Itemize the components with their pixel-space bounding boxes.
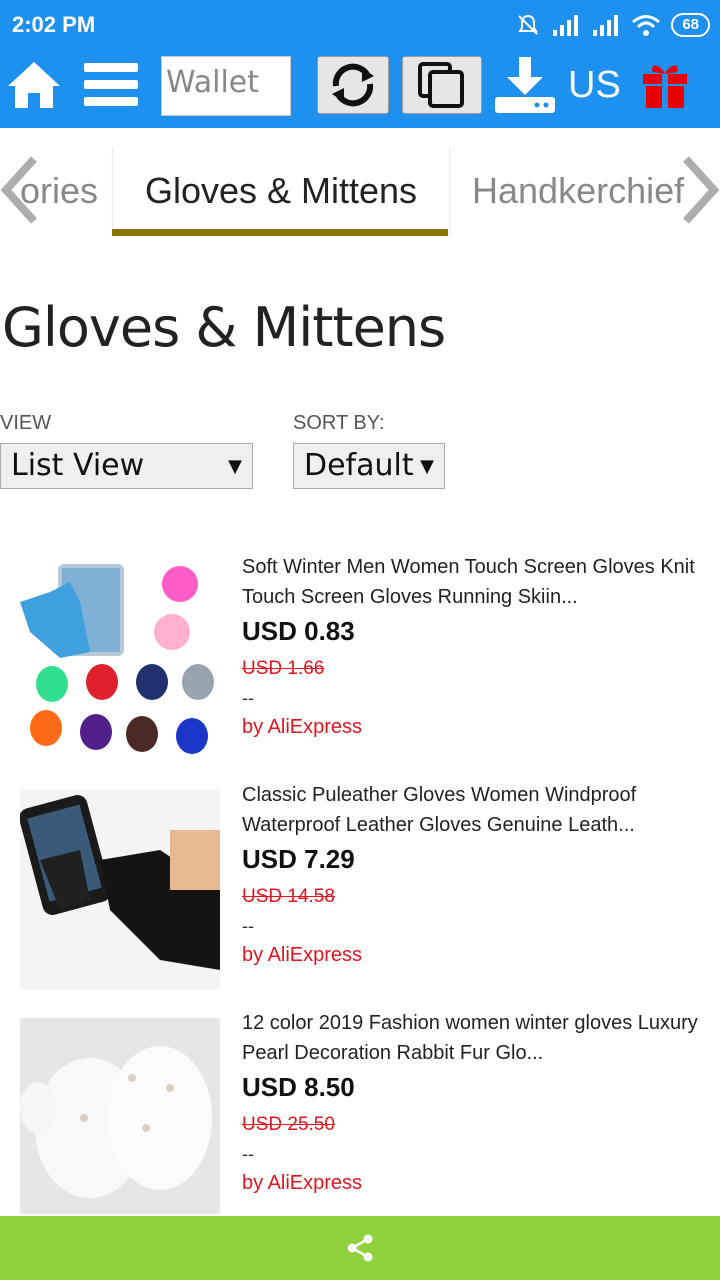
product-image[interactable] (20, 790, 220, 990)
product-price: USD 0.83 (242, 616, 355, 646)
copy-icon (418, 62, 464, 108)
wallet-input[interactable]: Wallet (161, 56, 291, 116)
gift-button[interactable] (640, 60, 690, 110)
product-old-price: USD 1.66 (242, 658, 325, 679)
battery-indicator: 68 (671, 13, 710, 37)
wifi-icon (632, 15, 661, 36)
caret-down-icon: ▼ (228, 456, 242, 477)
sort-select-value: Default (304, 448, 414, 483)
share-bar[interactable] (0, 1216, 720, 1280)
leather-gloves-photo (20, 790, 220, 990)
tabs-scroll-right[interactable] (680, 150, 720, 230)
product-title[interactable]: Soft Winter Men Women Touch Screen Glove… (242, 552, 712, 612)
download-icon (495, 57, 555, 113)
product-title[interactable]: 12 color 2019 Fashion women winter glove… (242, 1008, 712, 1068)
home-icon (8, 62, 60, 108)
product-note: -- (242, 688, 254, 708)
view-select-value: List View (11, 448, 145, 483)
chevron-left-icon (0, 156, 37, 224)
gloves-photo (20, 562, 220, 762)
product-title[interactable]: Classic Puleather Gloves Women Windproof… (242, 780, 712, 840)
product-old-price: USD 25.50 (242, 1114, 335, 1135)
sort-label: SORT BY: (293, 412, 385, 434)
tabs-scroll-left[interactable] (0, 150, 40, 230)
product-seller[interactable]: by AliExpress (242, 716, 362, 739)
copy-button[interactable] (402, 56, 482, 114)
share-icon (347, 1234, 373, 1262)
product-note: -- (242, 1144, 254, 1164)
product-price: USD 7.29 (242, 844, 355, 874)
menu-icon (84, 63, 138, 106)
product-old-price: USD 14.58 (242, 886, 335, 907)
product-image[interactable] (20, 562, 220, 762)
sort-select[interactable]: Default ▼ (293, 443, 445, 489)
product-item[interactable]: Classic Puleather Gloves Women Windproof… (0, 784, 720, 1000)
refresh-icon (332, 63, 374, 107)
product-image[interactable] (20, 1018, 220, 1218)
page-title: Gloves & Mittens (2, 296, 446, 359)
product-item[interactable]: Soft Winter Men Women Touch Screen Glove… (0, 556, 720, 772)
status-bar: 2:02 PM 68 (0, 0, 720, 52)
active-tab-underline (112, 229, 448, 236)
tab-handkerchief[interactable]: Handkerchief (472, 148, 702, 234)
status-icons: 68 (515, 10, 710, 40)
product-seller[interactable]: by AliExpress (242, 944, 362, 967)
category-tabs: ories Gloves & Mittens Handkerchief (0, 148, 720, 238)
refresh-button[interactable] (317, 56, 389, 114)
home-button[interactable] (6, 58, 62, 112)
product-note: -- (242, 916, 254, 936)
view-label: VIEW (0, 412, 52, 434)
signal-icon (553, 15, 579, 36)
download-button[interactable] (492, 54, 558, 116)
product-item[interactable]: 12 color 2019 Fashion women winter glove… (0, 1012, 720, 1228)
status-time: 2:02 PM (12, 12, 96, 37)
mute-icon (518, 14, 539, 35)
toolbar: Wallet US (0, 52, 720, 122)
product-seller[interactable]: by AliExpress (242, 1172, 362, 1195)
fur-mittens-photo (20, 1018, 220, 1214)
tab-gloves-mittens[interactable]: Gloves & Mittens (112, 148, 450, 234)
region-selector[interactable]: US (568, 64, 621, 107)
menu-button[interactable] (84, 60, 138, 110)
signal-icon-2 (593, 15, 619, 36)
gift-icon (643, 65, 687, 108)
product-price: USD 8.50 (242, 1072, 355, 1102)
chevron-right-icon (683, 156, 720, 224)
view-select[interactable]: List View ▼ (0, 443, 253, 489)
top-bar: 2:02 PM 68 Wallet US (0, 0, 720, 128)
caret-down-icon: ▼ (420, 456, 434, 477)
